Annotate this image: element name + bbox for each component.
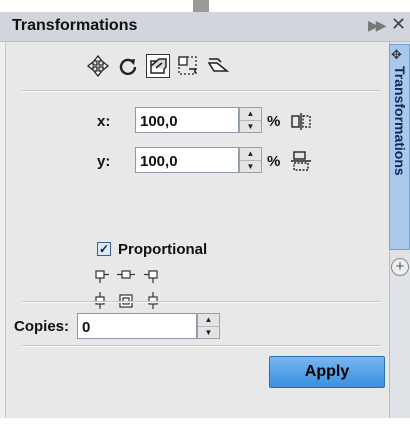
rotate-icon — [119, 58, 137, 76]
copies-input[interactable] — [77, 313, 197, 339]
scale-icon — [150, 58, 167, 74]
proportional-checkbox[interactable]: ✓ — [97, 242, 111, 256]
separator — [22, 345, 380, 347]
y-unit: % — [267, 153, 281, 170]
mirror-horizontal-button[interactable] — [290, 110, 312, 137]
anchor-top-left[interactable] — [95, 270, 105, 279]
y-spinner[interactable]: ▲ ▼ — [239, 147, 262, 173]
close-icon[interactable]: ✕ — [391, 14, 406, 35]
x-spinner[interactable]: ▲ ▼ — [239, 107, 262, 133]
spin-up-icon[interactable]: ▲ — [240, 148, 261, 161]
move-arrows-icon — [86, 54, 110, 78]
scale-mode-button[interactable] — [146, 54, 170, 78]
spin-down-icon[interactable]: ▼ — [240, 161, 261, 173]
x-scale-input[interactable] — [135, 107, 239, 133]
size-icon — [178, 56, 197, 75]
anchor-top-right[interactable] — [148, 270, 158, 279]
spin-down-icon[interactable]: ▼ — [198, 327, 219, 339]
x-label: x: — [97, 113, 111, 130]
separator — [22, 90, 380, 92]
skew-mode-button[interactable] — [206, 54, 230, 78]
add-tab-icon[interactable]: + — [391, 258, 409, 276]
spin-up-icon[interactable]: ▲ — [198, 314, 219, 327]
mirror-vertical-icon — [291, 151, 311, 171]
tab-transformations-label: Transformations — [392, 66, 408, 176]
bottom-canvas-strip — [0, 418, 410, 426]
double-chevron-right-icon[interactable]: ▶▶ — [368, 17, 386, 34]
x-unit: % — [267, 113, 281, 130]
position-mode-button[interactable] — [86, 54, 110, 78]
anchor-top-center[interactable] — [121, 270, 131, 279]
panel-title: Transformations — [12, 17, 138, 34]
spin-down-icon[interactable]: ▼ — [240, 121, 261, 133]
apply-button[interactable]: Apply — [269, 356, 385, 388]
separator — [22, 301, 380, 303]
skew-icon — [207, 58, 230, 72]
mirror-vertical-button[interactable] — [290, 150, 312, 177]
mirror-horizontal-icon — [291, 113, 311, 130]
copies-label: Copies: — [14, 318, 70, 335]
proportional-label: Proportional — [118, 241, 208, 258]
size-mode-button[interactable] — [176, 54, 200, 78]
copies-spinner[interactable]: ▲ ▼ — [197, 313, 220, 339]
spin-up-icon[interactable]: ▲ — [240, 108, 261, 121]
y-label: y: — [97, 153, 111, 170]
rotate-mode-button[interactable] — [116, 54, 140, 78]
y-scale-input[interactable] — [135, 147, 239, 173]
